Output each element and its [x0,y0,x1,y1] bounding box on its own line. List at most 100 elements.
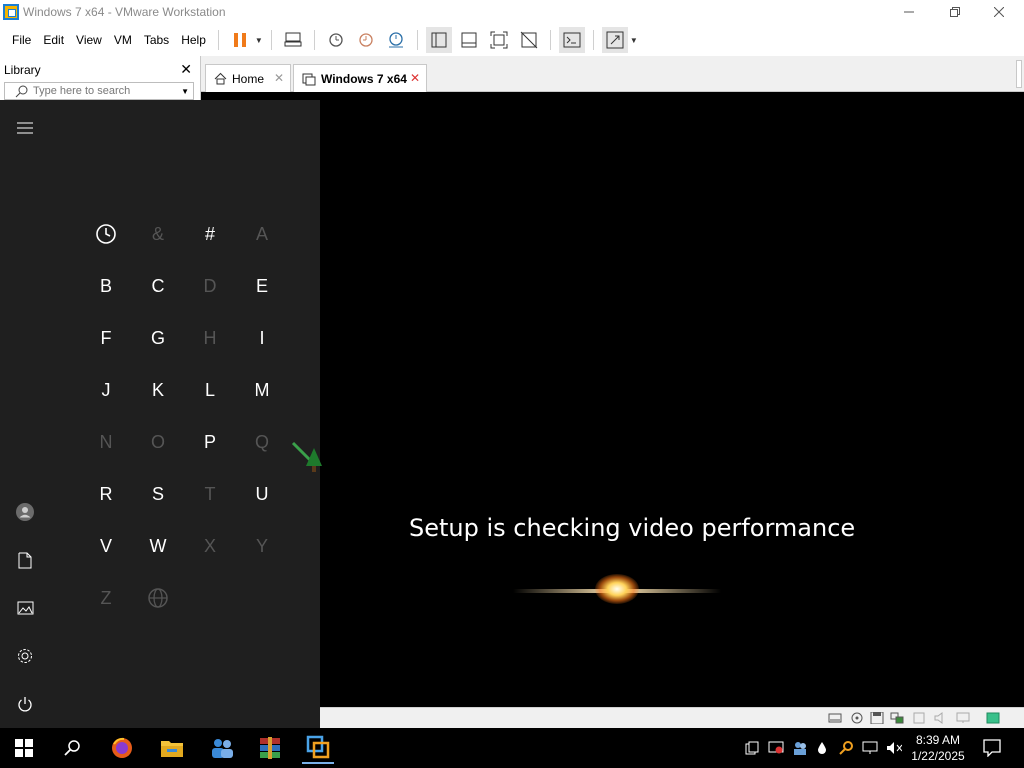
vmware-taskbar-button[interactable] [302,732,334,764]
letter-u[interactable]: U [236,468,288,520]
send-ctrl-alt-del-button[interactable] [280,27,306,53]
unity-button[interactable] [516,27,542,53]
tray-search-key-icon[interactable] [838,740,854,756]
revert-snapshot-button[interactable] [353,27,379,53]
power-dropdown-icon[interactable]: ▼ [255,36,265,45]
gear-icon [18,649,32,663]
file-explorer-taskbar-button[interactable] [156,732,188,764]
tray-volume-muted-icon[interactable] [886,740,902,756]
firefox-taskbar-button[interactable] [106,732,138,764]
full-screen-button[interactable] [486,27,512,53]
tray-copy-icon[interactable] [744,740,760,756]
vmware-app-icon [3,4,19,20]
floppy-icon[interactable] [870,712,884,724]
documents-button[interactable] [13,548,37,572]
search-dropdown-icon[interactable]: ▼ [181,87,189,96]
thumbnail-bar-button[interactable] [456,27,482,53]
letter-j[interactable]: J [80,364,132,416]
menu-edit[interactable]: Edit [37,24,70,56]
letter-v[interactable]: V [80,520,132,572]
vm-tab-icon [302,73,316,86]
user-account-button[interactable] [13,500,37,524]
letter-q: Q [254,431,269,452]
letter-w[interactable]: W [132,520,184,572]
search-icon [15,85,28,98]
letter-m[interactable]: M [236,364,288,416]
library-toggle-icon [431,32,447,48]
snapshot-icon [329,33,343,47]
letter-t: T [204,483,216,504]
close-window-button[interactable] [976,0,1022,24]
letter-a: A [255,223,268,244]
snapshot-manager-button[interactable] [383,27,409,53]
setup-progress-glow-core [595,574,639,604]
library-search-box[interactable]: ▼ [4,82,194,100]
letter-g[interactable]: G [132,312,184,364]
tab-home-close-icon[interactable]: ✕ [274,71,284,85]
people-taskbar-button[interactable] [206,732,238,764]
expand-menu-button[interactable] [13,116,37,140]
windows-logo-icon [15,739,33,757]
show-library-button[interactable] [425,27,452,53]
pictures-button[interactable] [13,596,37,620]
vm-status-bar [320,707,1024,728]
network-adapter-icon[interactable] [890,712,904,724]
letter-i[interactable]: I [236,312,288,364]
vm-console-screen[interactable]: Setup is checking video performance [201,92,1024,707]
tray-network-icon[interactable] [862,740,878,756]
clock-icon [96,224,116,244]
hard-disk-icon[interactable] [828,712,842,724]
usb-controller-icon[interactable] [912,712,926,724]
letter-recent[interactable] [80,208,132,260]
take-snapshot-button[interactable] [323,27,349,53]
minimize-button[interactable] [886,0,932,24]
toolbar-separator [592,30,594,50]
tray-screen-capture-icon[interactable] [768,740,784,756]
tab-scroll-handle[interactable] [1016,60,1022,88]
letter-b[interactable]: B [80,260,132,312]
menu-view[interactable]: View [70,24,108,56]
stretch-guest-button[interactable] [601,27,628,53]
clock-time: 8:39 AM [915,733,961,747]
settings-button[interactable] [13,644,37,668]
letter-r[interactable]: R [80,468,132,520]
tab-vm-close-icon[interactable]: ✕ [410,71,420,85]
cd-dvd-icon[interactable] [850,712,864,724]
letter-s[interactable]: S [132,468,184,520]
tab-windows-7-vm[interactable]: Windows 7 x64 ✕ [293,64,427,93]
letter-f[interactable]: F [80,312,132,364]
library-close-icon[interactable]: ✕ [180,61,192,78]
tray-network-users-icon[interactable] [792,740,808,756]
action-center-button[interactable] [982,738,1002,758]
power-button[interactable] [13,692,37,716]
system-clock[interactable]: 8:39 AM 1/22/2025 [908,732,968,764]
letter-hash[interactable]: # [184,208,236,260]
winrar-taskbar-button[interactable] [254,732,286,764]
stretch-dropdown-icon[interactable]: ▼ [630,36,640,45]
tab-home[interactable]: Home ✕ [205,64,291,92]
library-title: Library [4,63,41,77]
letter-p[interactable]: P [184,416,236,468]
menu-file[interactable]: File [6,24,37,56]
restore-button[interactable] [932,0,978,24]
letter-k[interactable]: K [132,364,184,416]
menu-tabs[interactable]: Tabs [138,24,175,56]
console-view-button[interactable] [558,27,585,53]
library-search-input[interactable] [33,85,173,97]
letter-n: N [99,431,113,452]
menu-vm[interactable]: VM [108,24,138,56]
suspend-button[interactable] [227,27,253,53]
letter-z: Z [100,587,112,608]
letter-l[interactable]: L [184,364,236,416]
message-log-icon[interactable] [986,712,1000,724]
minimize-icon [904,11,914,13]
display-icon[interactable] [956,712,970,724]
tray-drop-icon[interactable] [814,740,830,756]
sound-card-icon[interactable] [934,712,948,724]
letter-c[interactable]: C [132,260,184,312]
start-button[interactable] [8,732,40,764]
letter-e[interactable]: E [236,260,288,312]
clock-date: 1/22/2025 [911,749,965,763]
menu-help[interactable]: Help [175,24,212,56]
search-button[interactable] [56,732,88,764]
